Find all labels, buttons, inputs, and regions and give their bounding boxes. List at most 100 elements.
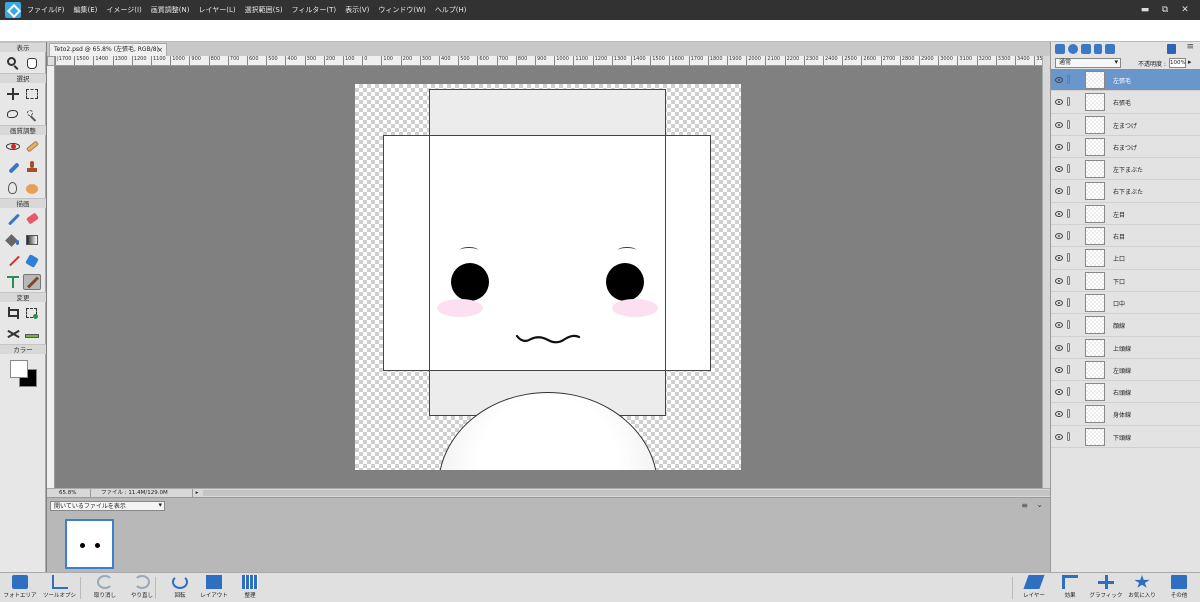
visibility-eye-icon[interactable] <box>1055 344 1063 351</box>
sponge-tool-icon[interactable] <box>23 180 41 196</box>
redo-button[interactable]: やり直し <box>125 575 159 602</box>
visibility-eye-icon[interactable] <box>1055 99 1063 106</box>
document-canvas[interactable] <box>355 84 741 470</box>
menu-window[interactable]: ウィンドウ(W) <box>378 5 425 15</box>
minimize-button[interactable]: ▬ <box>1138 4 1152 16</box>
rotate-button[interactable]: 回転 <box>163 575 197 602</box>
layer-row[interactable]: 口中 <box>1051 292 1200 315</box>
zoom-readout[interactable]: 65.8% <box>51 489 91 497</box>
type-tool-icon[interactable] <box>4 274 22 290</box>
layer-link-icon[interactable] <box>1067 208 1070 218</box>
hand-tool-icon[interactable] <box>23 55 41 71</box>
layer-name[interactable]: 左張毛 <box>1113 76 1131 85</box>
photo-bin-select[interactable]: 開いているファイルを表示 <box>50 501 165 511</box>
visibility-eye-icon[interactable] <box>1055 277 1063 284</box>
layer-row[interactable]: 上頭線 <box>1051 337 1200 359</box>
document-tab-close-icon[interactable]: × <box>157 44 163 56</box>
foreground-color-swatch[interactable] <box>10 360 28 378</box>
eyedropper-tool-icon[interactable] <box>4 253 22 269</box>
layer-link-icon[interactable] <box>1067 253 1070 263</box>
visibility-eye-icon[interactable] <box>1055 166 1063 173</box>
layer-name[interactable]: 顔線 <box>1113 321 1125 330</box>
layer-link-icon[interactable] <box>1067 275 1070 285</box>
layer-link-icon[interactable] <box>1067 297 1070 307</box>
document-tab[interactable]: Teto2.psd @ 65.8% (左張毛, RGB/8) × <box>49 43 167 56</box>
layer-link-icon[interactable] <box>1067 164 1070 174</box>
menu-file[interactable]: ファイル(F) <box>27 5 65 15</box>
visibility-eye-icon[interactable] <box>1055 255 1063 262</box>
layer-link-icon[interactable] <box>1067 231 1070 241</box>
layer-row[interactable]: 左下まぶた <box>1051 158 1200 181</box>
layer-name[interactable]: 右張毛 <box>1113 98 1131 107</box>
layer-row[interactable]: 左張毛 <box>1051 69 1200 92</box>
recompose-tool-icon[interactable] <box>23 305 41 321</box>
layer-name[interactable]: 左まつげ <box>1113 121 1137 130</box>
star-button[interactable]: お気に入り <box>1125 575 1159 602</box>
menu-layer[interactable]: レイヤー(L) <box>198 5 235 15</box>
crop-tool-icon[interactable] <box>4 305 22 321</box>
layer-link-icon[interactable] <box>1067 186 1070 196</box>
menu-edit[interactable]: 編集(E) <box>74 5 98 15</box>
lock-all-icon[interactable] <box>1094 44 1102 54</box>
layer-row[interactable]: 右頭線 <box>1051 381 1200 404</box>
visibility-eye-icon[interactable] <box>1055 433 1063 440</box>
horizontal-scrollbar[interactable] <box>203 490 1083 496</box>
layers-button[interactable]: レイヤー <box>1017 575 1051 602</box>
blur-tool-icon[interactable] <box>4 180 22 196</box>
layer-row[interactable]: 右下まぶた <box>1051 180 1200 203</box>
photo-bin-thumbnail[interactable] <box>65 519 114 569</box>
clone-stamp-tool-icon[interactable] <box>23 159 41 175</box>
layer-name[interactable]: 口中 <box>1113 299 1125 308</box>
pencil-tool-icon[interactable] <box>23 274 42 290</box>
tool-options-button[interactable]: ツールオプション <box>43 575 77 602</box>
paint-bucket-tool-icon[interactable] <box>4 232 22 248</box>
red-eye-tool-icon[interactable] <box>4 138 22 154</box>
layer-name[interactable]: 下口 <box>1113 277 1125 286</box>
status-menu-arrow-icon[interactable]: ▸ <box>193 489 201 497</box>
opacity-dropdown-icon[interactable]: ▸ <box>1188 58 1192 66</box>
shape-tool-icon[interactable] <box>23 253 41 269</box>
brush-tool-icon[interactable] <box>4 211 22 227</box>
layer-link-icon[interactable] <box>1067 409 1070 419</box>
layer-name[interactable]: 上頭線 <box>1113 344 1131 353</box>
layer-link-icon[interactable] <box>1067 431 1070 441</box>
visibility-eye-icon[interactable] <box>1055 210 1063 217</box>
layer-name[interactable]: 左目 <box>1113 210 1125 219</box>
fx-button[interactable]: 効果 <box>1053 575 1087 602</box>
layer-row[interactable]: 左目 <box>1051 203 1200 226</box>
layer-link-icon[interactable] <box>1067 387 1070 397</box>
visibility-eye-icon[interactable] <box>1055 233 1063 240</box>
blend-mode-select[interactable]: 通常 <box>1055 58 1121 68</box>
visibility-eye-icon[interactable] <box>1055 411 1063 418</box>
eraser-tool-icon[interactable] <box>23 211 41 227</box>
layer-name[interactable]: 左頭線 <box>1113 366 1131 375</box>
close-button[interactable]: ✕ <box>1178 4 1192 16</box>
layer-link-icon[interactable] <box>1067 320 1070 330</box>
layer-row[interactable]: 身体線 <box>1051 403 1200 426</box>
photo-bin-menu-icon[interactable]: ≡ <box>1021 501 1028 510</box>
layer-row[interactable]: 右目 <box>1051 225 1200 248</box>
layer-row[interactable]: 上口 <box>1051 247 1200 270</box>
undo-button[interactable]: 取り消し <box>88 575 122 602</box>
marquee-tool-icon[interactable] <box>23 86 41 102</box>
new-layer-icon[interactable] <box>1055 44 1065 54</box>
visibility-eye-icon[interactable] <box>1055 143 1063 150</box>
layer-mask-icon[interactable] <box>1081 44 1091 54</box>
layer-name[interactable]: 右目 <box>1113 232 1125 241</box>
content-aware-move-tool-icon[interactable] <box>4 326 22 342</box>
straighten-tool-icon[interactable] <box>23 326 41 342</box>
opacity-input[interactable]: 100% <box>1169 58 1186 68</box>
layer-row[interactable]: 下頭線 <box>1051 426 1200 449</box>
more-button[interactable]: その他 <box>1162 575 1196 602</box>
layer-row[interactable]: 左頭線 <box>1051 359 1200 382</box>
visibility-eye-icon[interactable] <box>1055 299 1063 306</box>
smart-brush-tool-icon[interactable] <box>4 159 22 175</box>
restore-button[interactable]: ⧉ <box>1158 4 1172 16</box>
layer-link-icon[interactable] <box>1067 342 1070 352</box>
gradient-tool-icon[interactable] <box>23 232 41 248</box>
layer-link-icon[interactable] <box>1067 364 1070 374</box>
vertical-scrollbar[interactable] <box>1042 56 1050 488</box>
add-button[interactable]: グラフィック <box>1089 575 1123 602</box>
layer-name[interactable]: 右まつげ <box>1113 143 1137 152</box>
move-tool-icon[interactable] <box>4 86 22 102</box>
